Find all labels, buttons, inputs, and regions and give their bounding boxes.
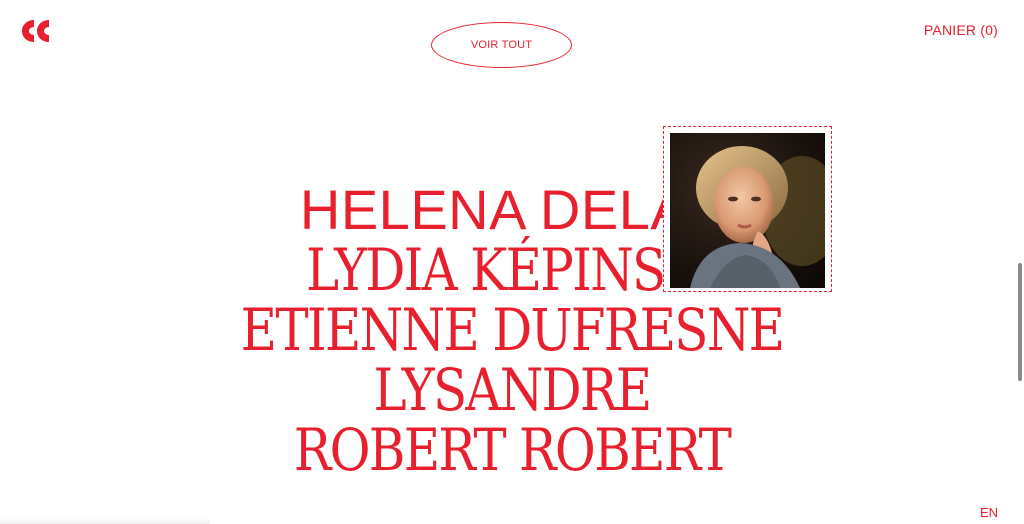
cart-link[interactable]: PANIER (0) (924, 22, 998, 38)
artist-photo (670, 133, 825, 288)
artist-list: HELENA DELAND LYDIA KÉPINSKI ETIENNE DUF… (0, 180, 1024, 481)
artist-item-etienne-dufresne[interactable]: ETIENNE DUFRESNE (72, 300, 953, 360)
bottom-shadow (0, 518, 210, 524)
artist-item-robert-robert[interactable]: ROBERT ROBERT (72, 420, 953, 480)
language-switch[interactable]: EN (980, 505, 998, 520)
artist-item-helena-deland[interactable]: HELENA DELAND (46, 180, 1024, 240)
scrollbar-thumb[interactable] (1018, 263, 1022, 381)
logo-icon[interactable] (22, 19, 50, 43)
artist-item-lysandre[interactable]: LYSANDRE (72, 360, 953, 420)
voir-tout-button[interactable]: VOIR TOUT (431, 22, 572, 68)
artist-photo-frame (663, 126, 832, 292)
